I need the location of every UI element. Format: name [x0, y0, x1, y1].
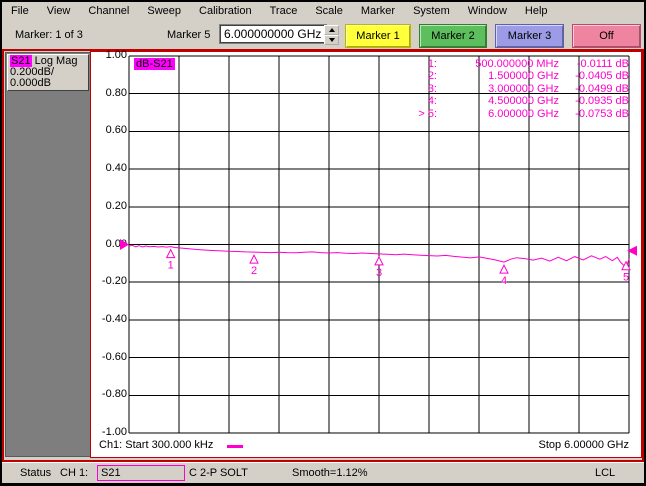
smoothing-status: Smooth=1.12% [292, 467, 368, 479]
menu-item-file[interactable]: File [2, 3, 38, 19]
marker-frequency-spinner [324, 25, 339, 45]
stimulus-row: Ch1: Start 300.000 kHz Stop 6.00000 GHz [91, 437, 641, 453]
marker-status-label: Marker: 1 of 3 [15, 29, 83, 41]
marker-3-button[interactable]: Marker 3 [495, 24, 564, 48]
spinner-up-button[interactable] [324, 25, 339, 35]
sweep-start-label: Ch1: Start 300.000 kHz [99, 439, 214, 451]
marker-value: -0.0935 dB [575, 95, 629, 108]
marker-value: -0.0405 dB [575, 70, 629, 83]
marker-readout-row: 1: 500.000000 MHz -0.0111 dB [309, 58, 629, 70]
marker-readout-row: 2: 1.500000 GHz -0.0405 dB [309, 70, 629, 82]
arrow-up-icon [328, 28, 335, 32]
sweep-stop-label: Stop 6.00000 GHz [538, 439, 629, 451]
marker-frequency-input[interactable] [219, 24, 327, 44]
marker-3-number: 3 [376, 267, 382, 279]
marker-readout-row: 4: 4.500000 GHz -0.0935 dB [309, 95, 629, 107]
y-axis-tick: 1.00 [105, 49, 127, 61]
marker-4-triangle-icon[interactable] [499, 264, 509, 274]
menu-item-window[interactable]: Window [459, 3, 516, 19]
marker-number: 1: [427, 58, 437, 70]
menu-bar: File View Channel Sweep Calibration Trac… [2, 2, 644, 21]
marker-4-number: 4 [501, 275, 507, 287]
marker-toolbar: Marker: 1 of 3 Marker 5 Marker 1 Marker … [2, 20, 644, 49]
analyzer-screen: File View Channel Sweep Calibration Trac… [0, 0, 646, 486]
channel-label: CH 1: [60, 467, 89, 479]
marker-2-triangle-icon[interactable] [249, 254, 259, 264]
marker-1-triangle-icon[interactable] [165, 248, 176, 259]
marker-2-number: 2 [251, 265, 257, 277]
marker-frequency: 500.000000 MHz [475, 58, 559, 70]
y-axis-tick: -0.20 [101, 275, 127, 288]
marker-value: -0.0499 dB [575, 82, 629, 95]
marker-readout-row: 3: 3.000000 GHz -0.0499 dB [309, 83, 629, 95]
marker-1-button[interactable]: Marker 1 [345, 24, 411, 48]
menu-item-system[interactable]: System [404, 3, 459, 19]
menu-item-view[interactable]: View [38, 3, 80, 19]
local-mode-indicator: LCL [595, 467, 616, 479]
trace-color-key [227, 445, 243, 448]
marker-off-button[interactable]: Off [572, 24, 641, 48]
plot-window: 1.00 0.80 0.60 0.40 0.20 0.00 -0.20 -0.40 -0.60-… [90, 49, 642, 458]
trace-info-box[interactable]: S21 Log Mag 0.200dB/ 0.000dB [7, 54, 89, 91]
marker-value: -0.0753 dB [575, 107, 629, 120]
y-axis-tick: 0.80 [105, 86, 127, 99]
marker-frequency: 4.500000 GHz [488, 95, 559, 108]
marker-number: 3: [427, 82, 437, 95]
marker-1-number: 1 [168, 260, 174, 272]
marker-5-number: 5 [623, 272, 629, 284]
menu-item-marker[interactable]: Marker [352, 3, 404, 19]
trace-ref-label: 0.000dB [10, 77, 51, 89]
correction-status: C 2-P SOLT [189, 467, 248, 479]
trace-sidebar: S21 Log Mag 0.200dB/ 0.000dB [5, 52, 91, 457]
y-axis-tick: -0.60 [101, 350, 127, 363]
marker-readout-row: > 5: 6.000000 GHz -0.0753 dB [309, 108, 629, 120]
marker-frequency: 1.500000 GHz [488, 70, 559, 83]
marker-2-button[interactable]: Marker 2 [419, 24, 487, 48]
status-bar: Status CH 1: S21 C 2-P SOLT Smooth=1.12%… [2, 462, 644, 483]
menu-item-calibration[interactable]: Calibration [190, 3, 261, 19]
y-axis-tick: 0.60 [105, 124, 127, 137]
spinner-down-button[interactable] [324, 35, 339, 45]
y-axis-tick: 0.20 [105, 199, 127, 212]
active-trace-box[interactable]: S21 [97, 465, 185, 481]
marker-readout-list: 1: 500.000000 MHz -0.0111 dB 2: 1.500000… [309, 58, 629, 120]
marker-frequency: 6.000000 GHz [488, 107, 559, 120]
menu-item-trace[interactable]: Trace [261, 3, 307, 19]
marker-number: 4: [427, 95, 437, 108]
active-marker-label: Marker 5 [167, 29, 211, 41]
marker-frequency: 3.000000 GHz [488, 82, 559, 95]
menu-item-sweep[interactable]: Sweep [138, 3, 190, 19]
menu-item-help[interactable]: Help [516, 3, 557, 19]
marker-value: -0.0111 dB [576, 58, 629, 70]
arrow-down-icon [328, 38, 335, 42]
trace-chart-label: dB-S21 [134, 58, 175, 70]
y-axis-tick: 0.40 [105, 162, 127, 175]
marker-number: > 5: [418, 107, 437, 120]
marker-number: 2: [427, 70, 437, 83]
status-label: Status [20, 467, 52, 479]
y-axis-tick: -0.80 [101, 388, 127, 401]
marker-3-triangle-icon[interactable] [374, 255, 384, 266]
menu-item-channel[interactable]: Channel [79, 3, 138, 19]
menu-item-scale[interactable]: Scale [306, 3, 352, 19]
y-axis-tick: -0.40 [101, 312, 127, 325]
channel-window: S21 Log Mag 0.200dB/ 0.000dB 1.00 0.80 0.6… [2, 49, 644, 462]
